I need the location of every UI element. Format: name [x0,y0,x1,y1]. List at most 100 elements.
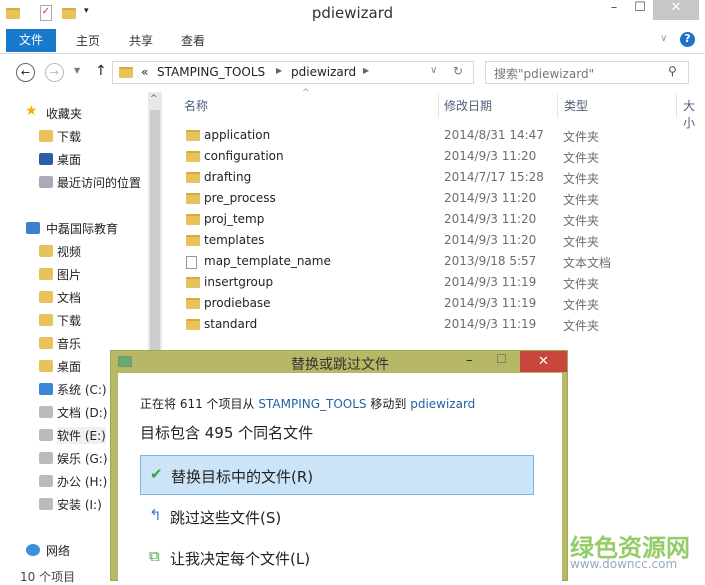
file-row[interactable]: templates 2014/9/3 11:20 文件夹 [162,230,705,251]
file-row[interactable]: configuration 2014/9/3 11:20 文件夹 [162,146,705,167]
file-name: templates [204,233,265,247]
nav-item[interactable]: 视频 [39,243,81,260]
column-date[interactable]: 修改日期 [444,97,492,114]
folder-icon [186,172,200,183]
destination-link[interactable]: pdiewizard [410,397,475,411]
file-name: configuration [204,149,284,163]
expand-ribbon-icon[interactable]: ∨ [660,33,667,44]
library-folder-icon [39,291,53,303]
dialog-minimize-button[interactable]: – [466,353,473,368]
nav-item[interactable]: 图片 [39,266,82,283]
file-date: 2014/9/3 11:20 [444,191,537,205]
replace-or-skip-dialog: 替换或跳过文件 – ☐ ✕ 正在将 611 个项目从 STAMPING_TOOL… [110,350,568,582]
nav-recent[interactable]: 最近访问的位置 [39,174,142,191]
nav-computer[interactable]: 中磊国际教育 [26,220,118,237]
file-date: 2014/9/3 11:19 [444,296,537,310]
skip-files-option[interactable]: ↰ 跳过这些文件(S) [140,497,534,537]
nav-item[interactable]: 文档 (D:) [39,404,107,421]
folder-icon [186,298,200,309]
nav-item[interactable]: 办公 (H:) [39,473,108,490]
library-folder-icon [39,337,53,349]
nav-label: 安装 (I:) [57,498,102,512]
nav-network[interactable]: 网络 [26,542,71,559]
nav-item[interactable]: 桌面 [39,358,82,375]
nav-item[interactable]: 音乐 [39,335,81,352]
address-bar[interactable]: « STAMPING_TOOLS ▶ pdiewizard ▶ ∨ ↻ [112,61,474,84]
maximize-button[interactable]: ☐ [627,0,653,20]
chevron-right-icon[interactable]: ▶ [363,66,369,75]
file-row[interactable]: map_template_name 2013/9/18 5:57 文本文档 [162,251,705,272]
option-label: 让我决定每个文件(L) [170,550,311,568]
drive-icon [39,498,53,510]
nav-item[interactable]: 系统 (C:) [39,381,107,398]
source-link[interactable]: STAMPING_TOOLS [258,397,366,411]
nav-desktop[interactable]: 桌面 [39,151,81,168]
dialog-maximize-button[interactable]: ☐ [496,352,507,366]
nav-label: 最近访问的位置 [57,176,142,190]
file-row[interactable]: application 2014/8/31 14:47 文件夹 [162,125,705,146]
nav-favorites[interactable]: ★ 收藏夹 [25,103,82,122]
file-date: 2014/7/17 15:28 [444,170,544,184]
tab-share[interactable]: 共享 [129,32,153,49]
ribbon: 文件 主页 共享 查看 ∨ ? [0,28,705,54]
file-row[interactable]: prodiebase 2014/9/3 11:19 文件夹 [162,293,705,314]
nav-item[interactable]: 娱乐 (G:) [39,450,108,467]
nav-label: 下载 [57,130,82,144]
file-date: 2014/9/3 11:20 [444,212,537,226]
file-row[interactable]: drafting 2014/7/17 15:28 文件夹 [162,167,705,188]
close-button[interactable]: ✕ [653,0,699,20]
scroll-up-icon[interactable]: ^ [150,94,158,104]
tab-view[interactable]: 查看 [181,32,205,49]
checkmark-icon: ✔ [150,465,163,483]
chevron-right-icon[interactable]: ▶ [276,66,282,75]
column-type[interactable]: 类型 [564,97,588,114]
crumb-stamping-tools[interactable]: STAMPING_TOOLS [157,65,265,79]
decide-each-file-option[interactable]: ⧉ 让我决定每个文件(L) [140,538,534,578]
nav-downloads[interactable]: 下载 [39,128,82,145]
file-type: 文件夹 [563,172,600,186]
file-row[interactable]: proj_temp 2014/9/3 11:20 文件夹 [162,209,705,230]
file-type: 文本文档 [563,256,612,270]
overflow-crumb[interactable]: « [141,65,148,79]
drive-icon [39,452,53,464]
drive-icon [39,383,53,395]
nav-label: 网络 [46,544,71,558]
folder-icon [186,319,200,330]
file-row[interactable]: standard 2014/9/3 11:19 文件夹 [162,314,705,335]
file-name: insertgroup [204,275,274,289]
tab-file[interactable]: 文件 [6,29,56,52]
nav-label: 娱乐 (G:) [57,452,108,466]
drive-icon [39,406,53,418]
help-icon[interactable]: ? [680,32,695,47]
nav-item[interactable]: 文档 [39,289,81,306]
refresh-icon[interactable]: ↻ [453,64,463,78]
nav-label: 图片 [57,268,82,282]
network-icon [26,544,40,556]
minimize-button[interactable]: – [601,0,627,20]
nav-label: 办公 (H:) [57,475,108,489]
library-folder-icon [39,245,53,257]
nav-item[interactable]: 软件 (E:) [39,427,106,444]
dialog-close-button[interactable]: ✕ [520,351,567,372]
search-input[interactable]: 搜索"pdiewizard" ⚲ [485,61,689,84]
recent-dropdown-icon[interactable]: ▼ [74,66,80,75]
star-icon: ★ [25,103,38,119]
back-button[interactable]: ← [16,63,35,82]
folder-icon [186,214,200,225]
nav-item[interactable]: 安装 (I:) [39,496,102,513]
crumb-pdiewizard[interactable]: pdiewizard [291,65,356,79]
option-label: 跳过这些文件(S) [170,509,282,527]
skip-arrow-icon: ↰ [149,506,162,524]
column-name[interactable]: 名称 [184,97,208,114]
up-button[interactable]: ↑ [95,63,107,79]
file-row[interactable]: pre_process 2014/9/3 11:20 文件夹 [162,188,705,209]
nav-label: 桌面 [57,360,82,374]
replace-files-option[interactable]: ✔ 替换目标中的文件(R) [140,455,534,495]
desktop-icon [39,153,53,165]
history-dropdown-icon[interactable]: ∨ [430,65,437,76]
library-folder-icon [39,360,53,372]
nav-item[interactable]: 下载 [39,312,81,329]
forward-button[interactable]: → [45,63,64,82]
file-row[interactable]: insertgroup 2014/9/3 11:19 文件夹 [162,272,705,293]
tab-home[interactable]: 主页 [76,32,100,49]
